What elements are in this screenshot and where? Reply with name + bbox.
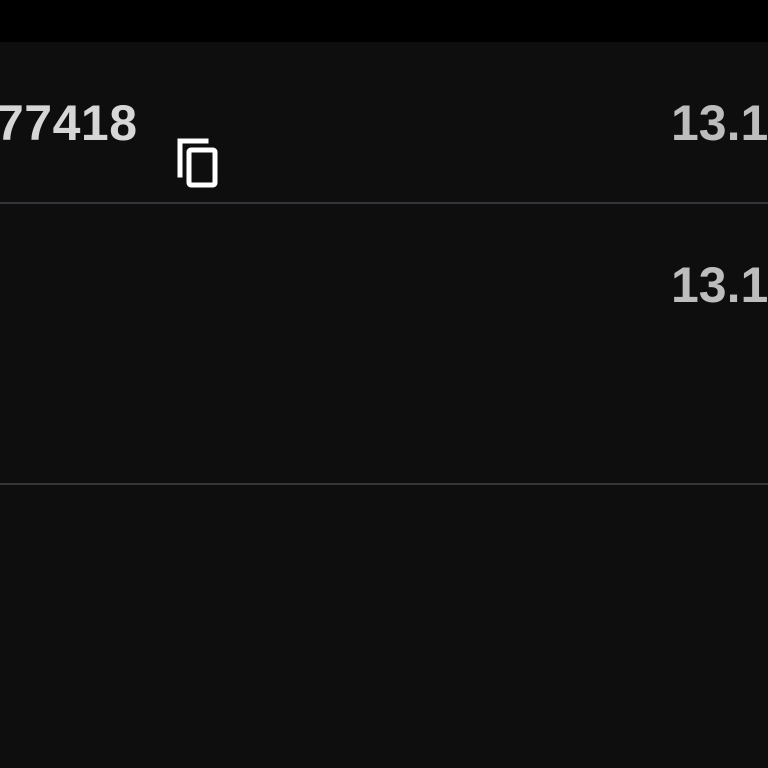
list-row-3[interactable]: [0, 485, 768, 768]
top-bar: [0, 0, 768, 42]
list-row-1[interactable]: 77418 13.1: [0, 42, 768, 202]
row-value: 13.1: [671, 95, 768, 151]
transaction-id: 77418: [0, 95, 138, 151]
copy-icon: [177, 138, 218, 188]
list-row-2[interactable]: 13.1: [0, 204, 768, 483]
row-value: 13.1: [671, 257, 768, 313]
screen: 77418 13.1 13.1: [0, 0, 768, 768]
copy-button[interactable]: [166, 130, 228, 196]
